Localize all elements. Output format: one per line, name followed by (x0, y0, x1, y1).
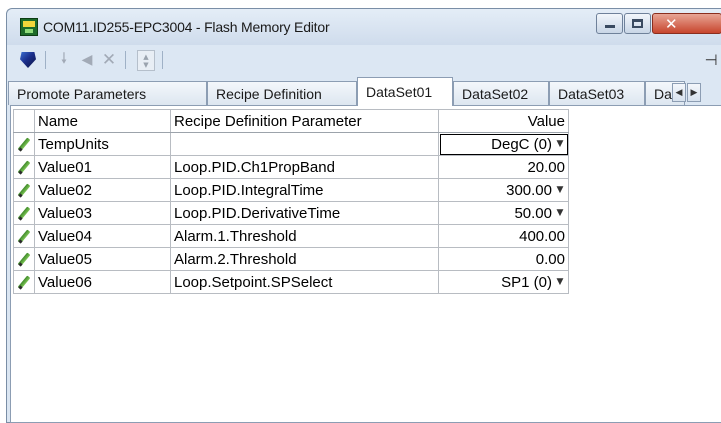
tab-scroll-left-icon[interactable]: ◀ (672, 83, 686, 102)
recipe-grid: Name Recipe Definition Parameter Value T… (13, 109, 569, 294)
tab-label: Recipe Definition (216, 85, 322, 102)
tab-label: DataSet01 (366, 84, 433, 100)
toolbar-separator (162, 51, 163, 69)
title-bar[interactable]: COM11.ID255-EPC3004 - Flash Memory Edito… (7, 9, 721, 45)
tab-label: DataSet02 (462, 85, 529, 102)
value-text: 400.00 (519, 227, 565, 245)
app-icon (20, 18, 38, 36)
definition-cell[interactable]: Alarm.2.Threshold (170, 247, 439, 271)
arrow-down-icon[interactable]: 🠗 (56, 49, 72, 70)
delete-icon[interactable]: ✕ (100, 50, 118, 70)
value-text: DegC (0) (491, 135, 552, 153)
toolbar-separator (45, 51, 46, 69)
definition-column-header[interactable]: Recipe Definition Parameter (170, 109, 439, 133)
tab-label: DataSet03 (558, 85, 625, 102)
table-row[interactable]: Value05 Alarm.2.Threshold 0.00 (13, 247, 569, 271)
close-button[interactable]: ✕ (652, 13, 721, 34)
edit-cell[interactable] (13, 178, 35, 202)
pencil-icon (17, 206, 31, 221)
dropdown-arrow-icon[interactable]: ▼ (555, 208, 565, 218)
toolbar: 🠗 ◀ ✕ ▲ ▼ ⊣ (7, 45, 721, 75)
definition-cell[interactable]: Loop.PID.IntegralTime (170, 178, 439, 202)
edit-cell[interactable] (13, 270, 35, 294)
tab-scroll-right-icon[interactable]: ▶ (687, 83, 701, 102)
maximize-icon (632, 19, 643, 28)
dataset-panel: Name Recipe Definition Parameter Value T… (10, 105, 721, 423)
table-row[interactable]: Value06 Loop.Setpoint.SPSelect SP1 (0) ▼ (13, 270, 569, 294)
edit-cell[interactable] (13, 224, 35, 248)
name-column-header[interactable]: Name (34, 109, 171, 133)
tab-label: Da (654, 85, 672, 102)
close-icon: ✕ (665, 14, 678, 33)
edit-column-header (13, 109, 35, 133)
tab-promote-parameters[interactable]: Promote Parameters (8, 81, 207, 105)
definition-cell[interactable]: Loop.PID.DerivativeTime (170, 201, 439, 225)
pin-icon[interactable]: ⊣ (701, 50, 721, 70)
pencil-icon (17, 229, 31, 244)
edit-cell[interactable] (13, 155, 35, 179)
table-row[interactable]: Value01 Loop.PID.Ch1PropBand 20.00 (13, 155, 569, 179)
tab-strip: Promote Parameters Recipe Definition Dat… (7, 75, 721, 106)
value-cell[interactable]: 50.00 ▼ (438, 201, 569, 225)
tab-dataset03[interactable]: DataSet03 (549, 81, 645, 105)
definition-cell[interactable] (170, 132, 439, 156)
definition-cell[interactable]: Loop.PID.Ch1PropBand (170, 155, 439, 179)
spin-icon[interactable]: ▲ ▼ (137, 50, 155, 71)
name-cell[interactable]: Value06 (34, 270, 171, 294)
value-cell[interactable]: 300.00 ▼ (438, 178, 569, 202)
name-cell[interactable]: Value02 (34, 178, 171, 202)
value-text: 50.00 (514, 204, 552, 222)
tab-label: Promote Parameters (17, 85, 147, 102)
value-column-header[interactable]: Value (438, 109, 569, 133)
edit-cell[interactable] (13, 247, 35, 271)
value-text: 20.00 (527, 158, 565, 176)
flash-memory-editor-window: COM11.ID255-EPC3004 - Flash Memory Edito… (6, 8, 721, 423)
table-row[interactable]: TempUnits DegC (0) ▼ (13, 132, 569, 156)
maximize-button[interactable] (624, 13, 651, 34)
gem-icon[interactable] (19, 50, 37, 70)
edit-cell[interactable] (13, 201, 35, 225)
definition-cell[interactable]: Alarm.1.Threshold (170, 224, 439, 248)
grid-header-row: Name Recipe Definition Parameter Value (13, 109, 569, 133)
tab-recipe-definition[interactable]: Recipe Definition (207, 81, 357, 105)
value-text: SP1 (0) (501, 273, 552, 291)
name-cell[interactable]: Value05 (34, 247, 171, 271)
value-cell[interactable]: 0.00 (438, 247, 569, 271)
name-cell[interactable]: Value04 (34, 224, 171, 248)
toolbar-separator (125, 51, 126, 69)
value-cell[interactable]: DegC (0) ▼ (438, 132, 569, 156)
table-row[interactable]: Value02 Loop.PID.IntegralTime 300.00 ▼ (13, 178, 569, 202)
edit-cell[interactable] (13, 132, 35, 156)
value-cell[interactable]: 400.00 (438, 224, 569, 248)
pencil-icon (17, 160, 31, 175)
pencil-icon (17, 275, 31, 290)
value-text: 0.00 (535, 250, 565, 268)
value-cell[interactable]: SP1 (0) ▼ (438, 270, 569, 294)
tab-dataset01[interactable]: DataSet01 (357, 77, 453, 106)
name-cell[interactable]: Value03 (34, 201, 171, 225)
tab-dataset02[interactable]: DataSet02 (453, 81, 549, 105)
name-cell[interactable]: TempUnits (34, 132, 171, 156)
name-cell[interactable]: Value01 (34, 155, 171, 179)
value-text: 300.00 (506, 181, 552, 199)
minimize-icon (604, 25, 615, 28)
pencil-icon (17, 137, 31, 152)
table-row[interactable]: Value03 Loop.PID.DerivativeTime 50.00 ▼ (13, 201, 569, 225)
dropdown-arrow-icon[interactable]: ▼ (555, 139, 565, 149)
dropdown-arrow-icon[interactable]: ▼ (555, 277, 565, 287)
value-cell[interactable]: 20.00 (438, 155, 569, 179)
table-row[interactable]: Value04 Alarm.1.Threshold 400.00 (13, 224, 569, 248)
definition-cell[interactable]: Loop.Setpoint.SPSelect (170, 270, 439, 294)
minimize-button[interactable] (596, 13, 623, 34)
dropdown-arrow-icon[interactable]: ▼ (555, 185, 565, 195)
arrow-left-icon[interactable]: ◀ (77, 50, 97, 70)
window-title: COM11.ID255-EPC3004 - Flash Memory Edito… (43, 19, 330, 35)
pencil-icon (17, 183, 31, 198)
pencil-icon (17, 252, 31, 267)
